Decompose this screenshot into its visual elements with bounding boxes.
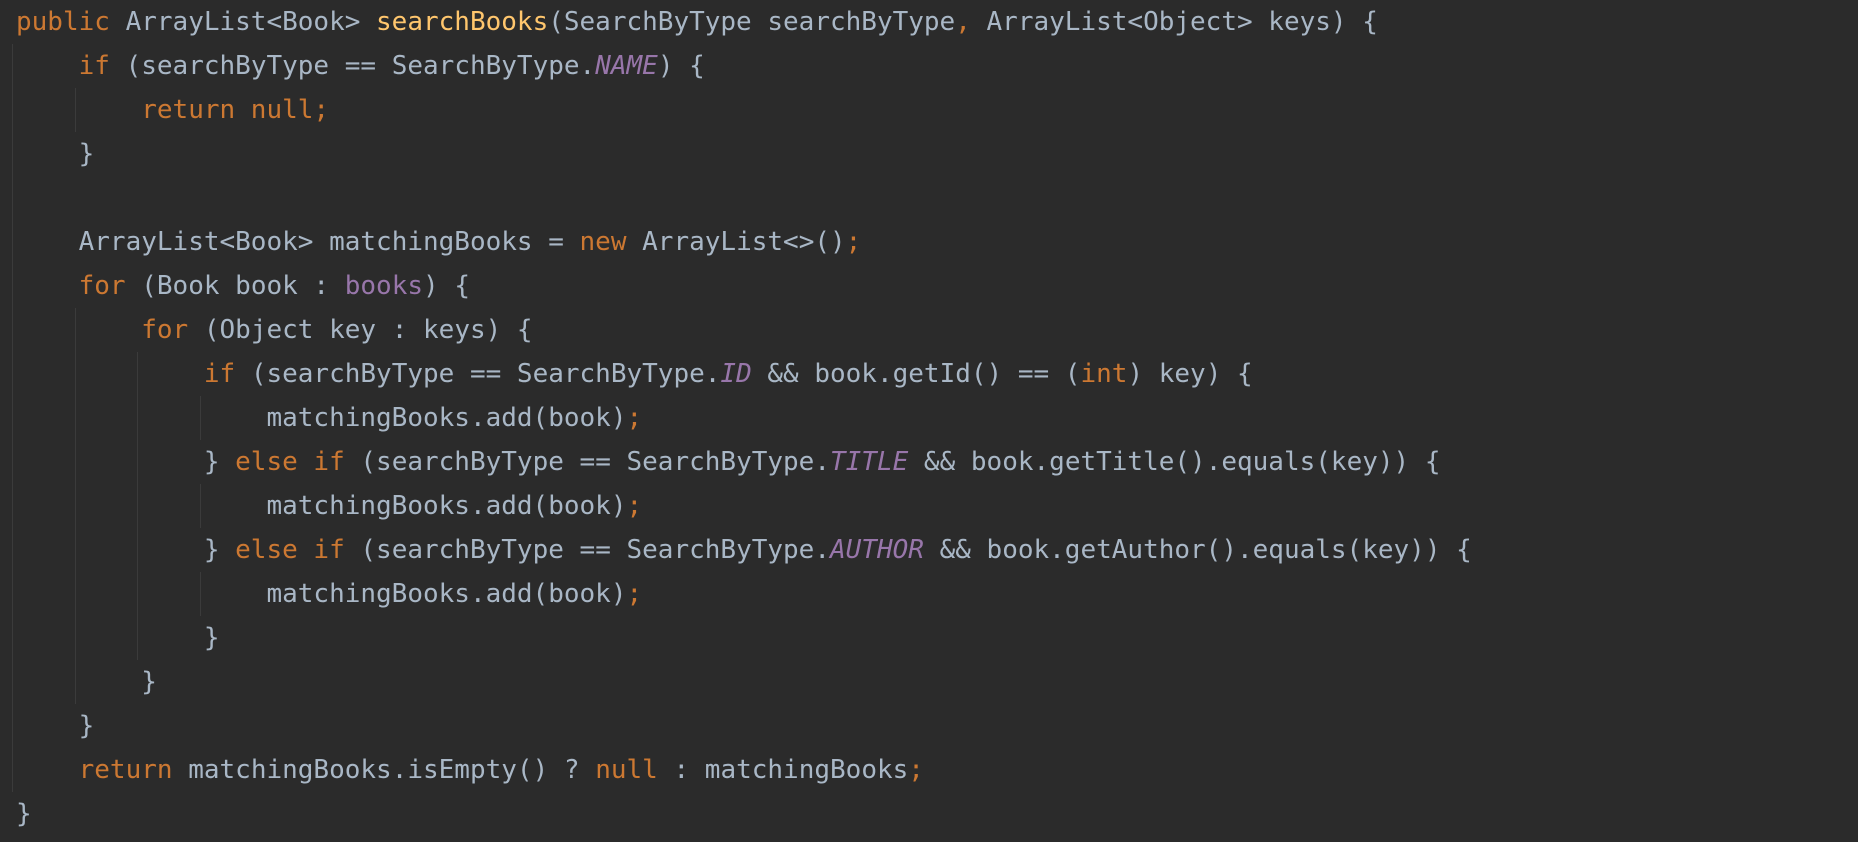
code-token: matchingBooks.add(book) bbox=[266, 403, 627, 433]
code-token: && book.getId() == ( bbox=[751, 359, 1081, 389]
code-token: (searchByType == SearchByType. bbox=[125, 51, 596, 81]
code-token: ArrayList<Book> matchingBooks = bbox=[78, 227, 580, 257]
code-line-17[interactable]: } bbox=[16, 704, 1472, 748]
code-token: } bbox=[78, 139, 95, 169]
code-token: if bbox=[203, 359, 251, 389]
code-token: } bbox=[141, 667, 157, 697]
code-token: ArrayList<Book> bbox=[125, 7, 377, 37]
code-token: , bbox=[955, 7, 987, 37]
code-token: searchBooks bbox=[376, 7, 549, 37]
code-line-10[interactable]: matchingBooks.add(book); bbox=[16, 396, 1472, 440]
code-token: (searchByType == SearchByType. bbox=[360, 535, 830, 565]
code-token: null bbox=[595, 755, 674, 785]
code-token: TITLE bbox=[830, 447, 909, 477]
code-line-5[interactable] bbox=[16, 176, 1472, 220]
code-editor[interactable]: public ArrayList<Book> searchBooks(Searc… bbox=[0, 0, 1858, 842]
code-token: (Book book : bbox=[141, 271, 345, 301]
code-token: ; bbox=[845, 227, 862, 257]
code-line-9[interactable]: if (searchByType == SearchByType.ID && b… bbox=[16, 352, 1472, 396]
code-line-4[interactable]: } bbox=[16, 132, 1472, 176]
code-token: (searchByType == SearchByType. bbox=[250, 359, 721, 389]
code-line-12[interactable]: matchingBooks.add(book); bbox=[16, 484, 1472, 528]
code-token: for bbox=[141, 315, 204, 345]
code-token: return bbox=[78, 755, 189, 785]
code-token: return null; bbox=[141, 95, 330, 125]
code-line-1[interactable]: public ArrayList<Book> searchBooks(Searc… bbox=[16, 0, 1472, 44]
code-token: } bbox=[203, 535, 236, 565]
code-token: } bbox=[16, 799, 32, 829]
code-line-15[interactable]: } bbox=[16, 616, 1472, 660]
code-token: } bbox=[203, 447, 236, 477]
code-token: public bbox=[16, 7, 126, 37]
code-token: new bbox=[579, 227, 643, 257]
code-token: else if bbox=[235, 447, 361, 477]
code-token: if bbox=[78, 51, 126, 81]
code-line-7[interactable]: for (Book book : books) { bbox=[16, 264, 1472, 308]
code-line-6[interactable]: ArrayList<Book> matchingBooks = new Arra… bbox=[16, 220, 1472, 264]
code-token: ) { bbox=[423, 271, 470, 301]
code-token: && book.getTitle().equals(key)) { bbox=[908, 447, 1441, 477]
code-token: AUTHOR bbox=[830, 535, 924, 565]
code-token: matchingBooks.add(book) bbox=[266, 579, 627, 609]
code-token: ; bbox=[626, 491, 643, 521]
code-token: } bbox=[203, 623, 220, 653]
code-token: NAME bbox=[595, 51, 658, 81]
code-token: int bbox=[1080, 359, 1128, 389]
code-token: ) { bbox=[657, 51, 705, 81]
code-token: ) key) { bbox=[1127, 359, 1253, 389]
code-line-2[interactable]: if (searchByType == SearchByType.NAME) { bbox=[16, 44, 1472, 88]
code-token: ; bbox=[908, 755, 924, 785]
code-line-13[interactable]: } else if (searchByType == SearchByType.… bbox=[16, 528, 1472, 572]
code-line-18[interactable]: return matchingBooks.isEmpty() ? null : … bbox=[16, 748, 1472, 792]
code-token: ArrayList<>() bbox=[642, 227, 846, 257]
code-token: (SearchByType searchByType bbox=[548, 7, 956, 37]
code-line-19[interactable]: } bbox=[16, 792, 1472, 836]
code-line-11[interactable]: } else if (searchByType == SearchByType.… bbox=[16, 440, 1472, 484]
code-token: (Object key : keys) { bbox=[203, 315, 533, 345]
indent-guide bbox=[12, 44, 13, 792]
code-token: matchingBooks.add(book) bbox=[266, 491, 627, 521]
code-token: ; bbox=[626, 403, 643, 433]
code-line-16[interactable]: } bbox=[16, 660, 1472, 704]
code-token: : matchingBooks bbox=[673, 755, 909, 785]
code-token: && book.getAuthor().equals(key)) { bbox=[923, 535, 1472, 565]
code-line-3[interactable]: return null; bbox=[16, 88, 1472, 132]
code-token: (searchByType == SearchByType. bbox=[360, 447, 830, 477]
code-token: for bbox=[78, 271, 142, 301]
code-token: else if bbox=[235, 535, 361, 565]
code-token: books bbox=[344, 271, 424, 301]
code-line-14[interactable]: matchingBooks.add(book); bbox=[16, 572, 1472, 616]
code-line-8[interactable]: for (Object key : keys) { bbox=[16, 308, 1472, 352]
code-content[interactable]: public ArrayList<Book> searchBooks(Searc… bbox=[16, 0, 1472, 836]
code-token: matchingBooks.isEmpty() ? bbox=[188, 755, 596, 785]
code-token: ID bbox=[720, 359, 752, 389]
code-token: } bbox=[78, 711, 95, 741]
code-token: ; bbox=[626, 579, 643, 609]
code-token: ArrayList<Object> keys) { bbox=[986, 7, 1378, 37]
